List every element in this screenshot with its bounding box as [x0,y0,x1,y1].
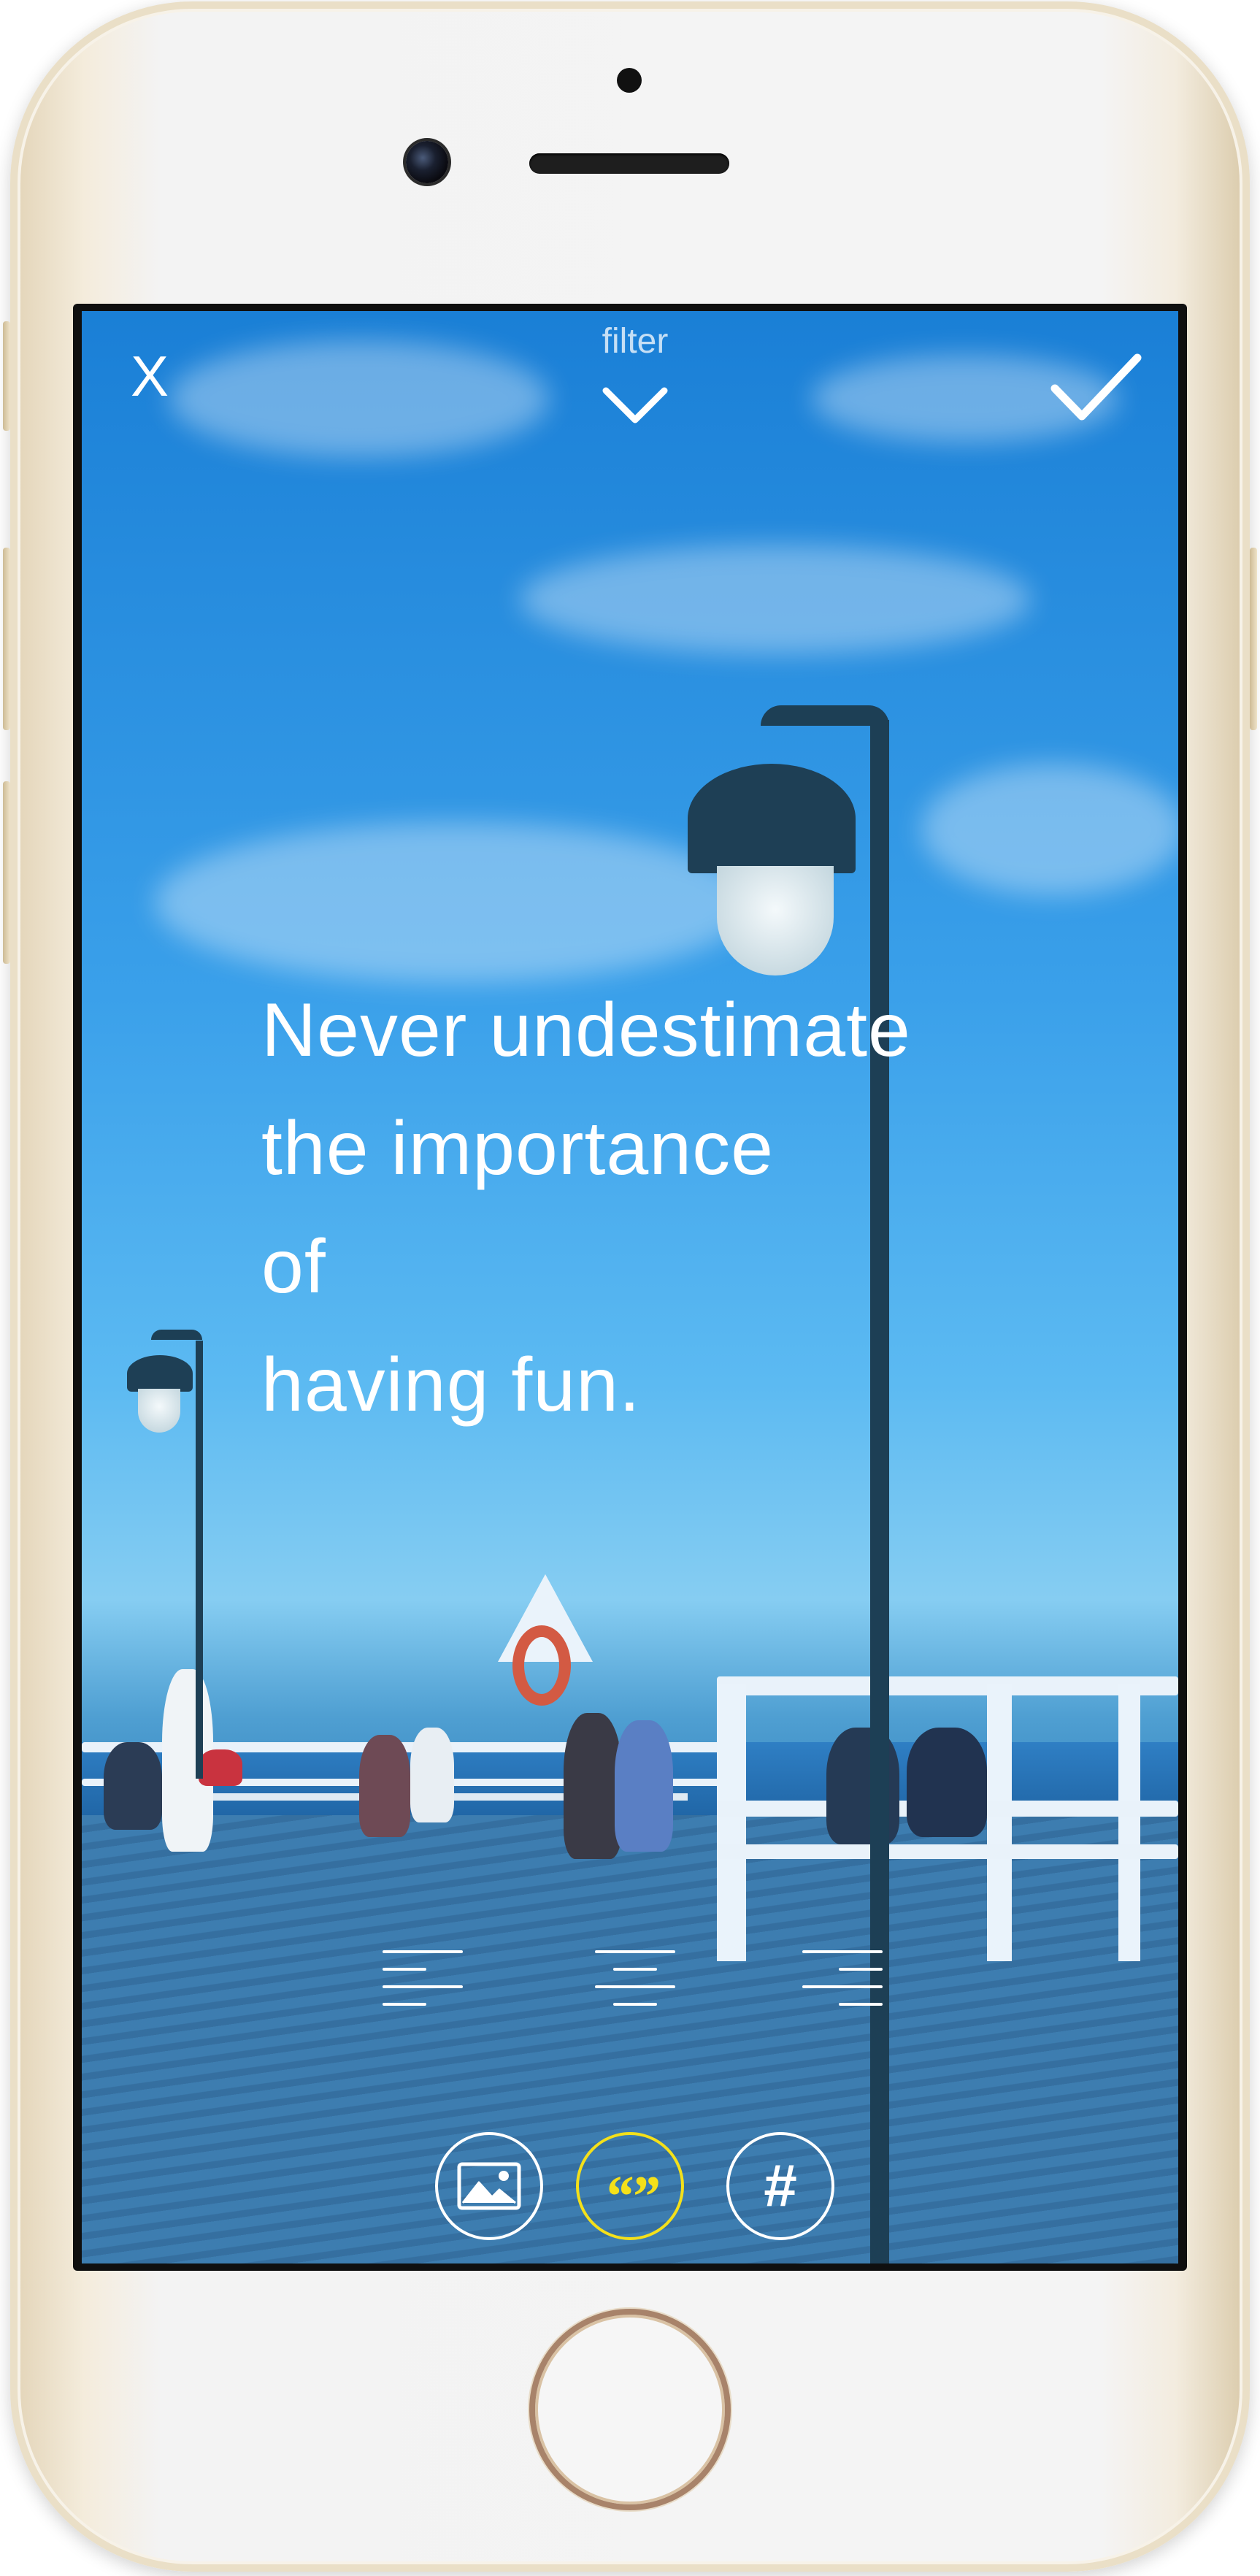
person [907,1728,987,1837]
railing-post [1118,1684,1140,1961]
hashtag-mode-button[interactable]: # [726,2132,834,2240]
volume-down-button [3,781,10,964]
lamp-arm [151,1330,202,1340]
cloud [155,822,753,983]
quote-text[interactable]: Never undestimate the importance of havi… [261,971,1094,1444]
person [564,1713,622,1859]
align-left-button[interactable] [378,1939,473,2019]
lamp-shade [138,1389,180,1433]
home-button[interactable] [529,2309,731,2510]
quote-line: the importance [261,1106,774,1191]
cloud [169,340,549,457]
railing-post [717,1684,746,1961]
lamp-top [127,1355,193,1392]
align-right-button[interactable] [798,1939,893,2019]
quote-line: having fun. [261,1343,641,1427]
hashtag-icon: # [764,2153,797,2219]
power-button [1250,548,1257,730]
railing-post [987,1684,1012,1961]
person [615,1720,673,1852]
filter-label[interactable]: filter [555,321,715,361]
cloud [520,545,1031,654]
image-mode-button[interactable] [435,2132,543,2240]
checkmark-icon[interactable] [1044,343,1146,431]
align-center-button[interactable] [588,1939,683,2019]
device-frame: X filter Never undestimate the importanc… [0,0,1260,2576]
image-icon [457,2162,521,2210]
front-camera [406,141,448,183]
lamp-shade [717,866,834,975]
close-icon: X [130,344,169,408]
lifebuoy [512,1625,571,1706]
railing [717,1676,1178,1695]
cloud [921,764,1178,895]
proximity-sensor [617,68,642,93]
person [359,1735,410,1837]
lamp-post [870,720,889,2263]
quote-icon: “” [604,2165,659,2229]
person-bag [199,1749,242,1786]
lamp-top [688,764,856,873]
chevron-down-icon[interactable] [599,380,672,431]
quote-mode-button[interactable]: “” [576,2132,684,2240]
volume-up-button [3,548,10,730]
railing [717,1844,1178,1859]
lamp-post [196,1341,203,1779]
earpiece-speaker [529,153,729,174]
quote-line: of [261,1224,326,1309]
person [410,1728,454,1822]
close-button[interactable]: X [117,343,183,409]
person [104,1742,162,1830]
quote-line: Never undestimate [261,988,911,1073]
mute-switch [3,321,10,431]
lamp-arm [761,705,889,726]
